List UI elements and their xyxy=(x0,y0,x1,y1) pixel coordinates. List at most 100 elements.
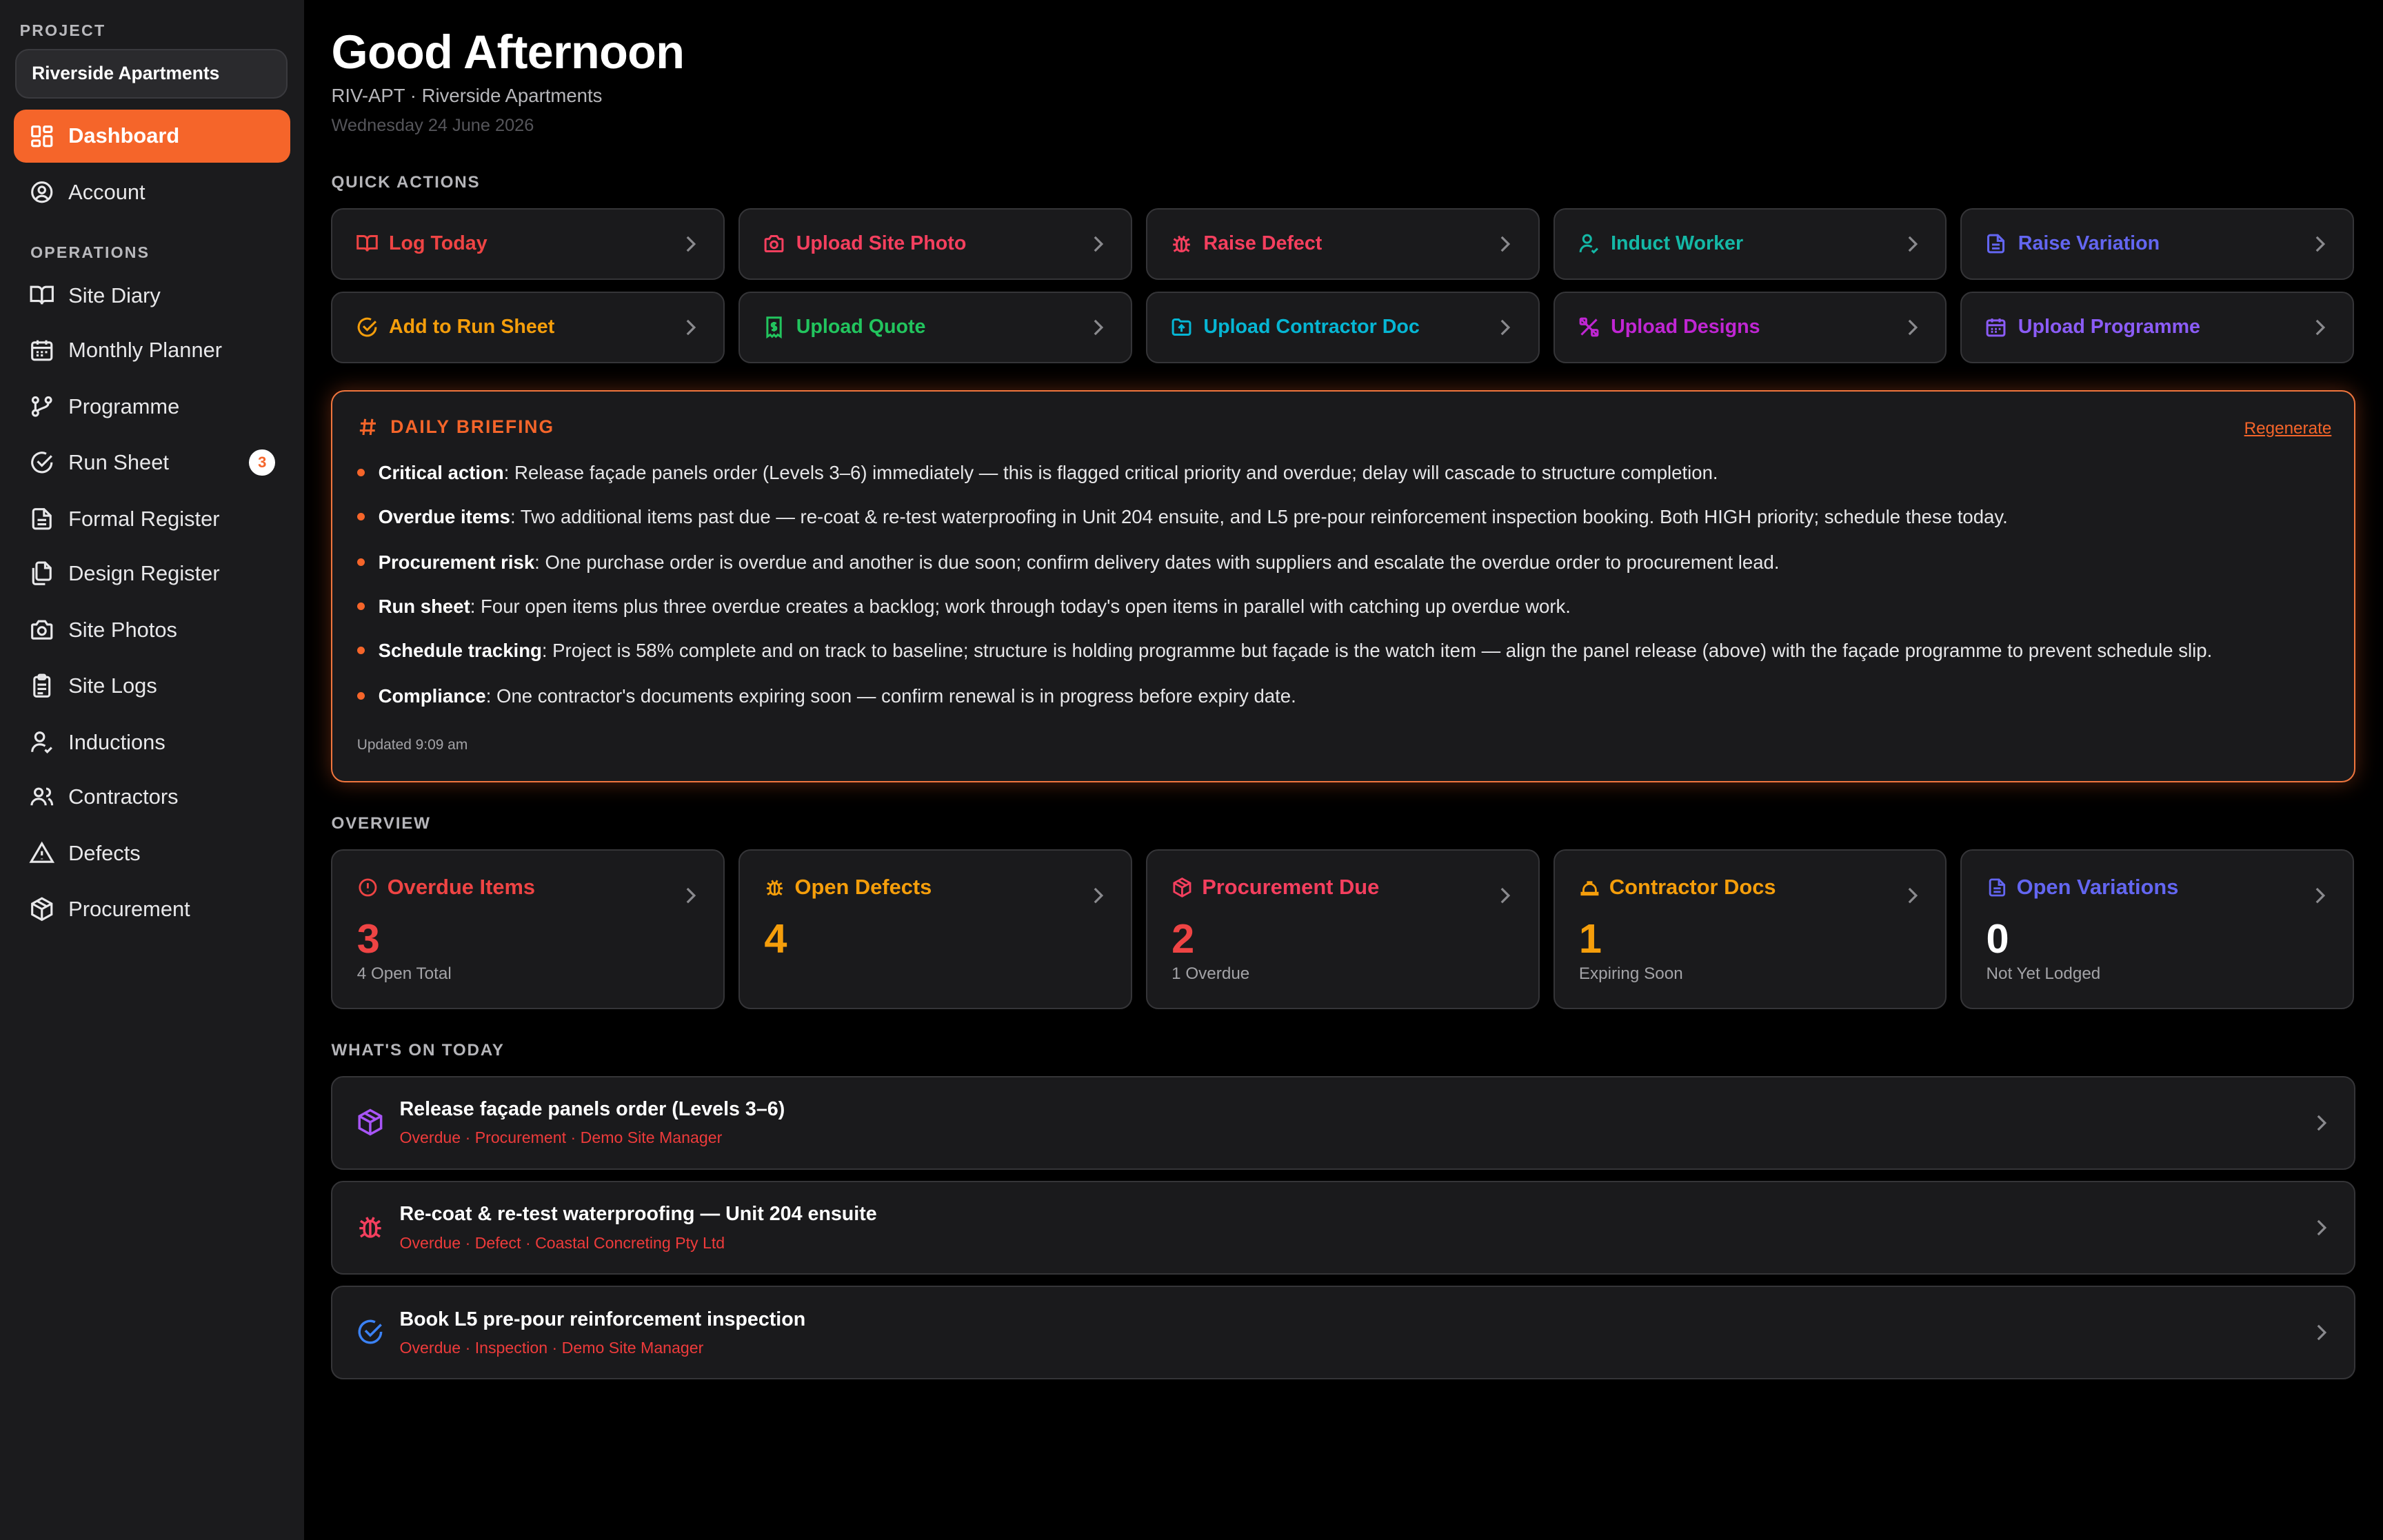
briefing-item-text: : Project is 58% complete and on track t… xyxy=(541,639,2213,661)
quick-action-label: Raise Variation xyxy=(2018,232,2160,255)
chevron-right-icon xyxy=(1498,236,1511,252)
today-item-meta: Overdue · Procurement · Demo Site Manage… xyxy=(399,1128,723,1147)
chevron-right-icon xyxy=(1906,236,1918,252)
sidebar-item-label: Account xyxy=(68,179,145,204)
sidebar-item-label: Dashboard xyxy=(68,123,180,148)
sidebar: PROJECT Riverside Apartments Dashboard A… xyxy=(0,0,304,1540)
card-header: Open Variations xyxy=(1987,875,2178,900)
sidebar-item-label: Inductions xyxy=(68,729,165,754)
design-tools-icon xyxy=(1578,316,1600,338)
sidebar-item-label: Design Register xyxy=(68,561,220,586)
sidebar-item-site-diary[interactable]: Site Diary xyxy=(14,269,290,322)
sidebar-item-defects[interactable]: Defects xyxy=(14,827,290,880)
sidebar-item-label: Run Sheet xyxy=(68,450,169,475)
quick-action-label: Log Today xyxy=(389,232,487,255)
sidebar-item-contractors[interactable]: Contractors xyxy=(14,770,290,823)
quick-action-induct-worker[interactable]: Induct Worker xyxy=(1553,207,1947,280)
regenerate-link[interactable]: Regenerate xyxy=(2244,419,2332,438)
sidebar-item-site-photos[interactable]: Site Photos xyxy=(14,603,290,656)
sidebar-item-site-logs[interactable]: Site Logs xyxy=(14,660,290,713)
sidebar-item-design-register[interactable]: Design Register xyxy=(14,547,290,600)
overview-card-overdue-items[interactable]: Overdue Items 3 4 Open Total xyxy=(331,849,725,1009)
book-icon xyxy=(356,232,379,255)
briefing-item-key: Procurement risk xyxy=(378,551,535,573)
card-subtext: 1 Overdue xyxy=(1172,964,1250,984)
sidebar-item-label: Site Diary xyxy=(68,283,161,307)
package-icon xyxy=(356,1108,385,1137)
sidebar-item-label: Formal Register xyxy=(68,506,220,531)
overview-card-open-defects[interactable]: Open Defects 4 xyxy=(738,849,1133,1009)
document-icon xyxy=(29,506,54,531)
chevron-right-icon xyxy=(1906,319,1918,336)
overview-card-contractor-docs[interactable]: Contractor Docs 1 Expiring Soon xyxy=(1553,849,1947,1009)
today-item[interactable]: Book L5 pre-pour reinforcement inspectio… xyxy=(331,1285,2356,1380)
briefing-item-text: : Release façade panels order (Levels 3–… xyxy=(503,461,1718,483)
document-icon xyxy=(1984,232,2007,255)
bullet-dot xyxy=(356,602,365,611)
overview-label: OVERVIEW xyxy=(331,814,431,833)
bullet-dot xyxy=(356,469,365,477)
quick-action-label: Upload Quote xyxy=(796,316,926,338)
sidebar-item-run-sheet[interactable]: Run Sheet 3 xyxy=(14,436,290,489)
sidebar-item-dashboard[interactable]: Dashboard xyxy=(13,109,290,163)
briefing-item: Overdue items: Two additional items past… xyxy=(356,506,2008,528)
quick-action-add-to-run-sheet[interactable]: Add to Run Sheet xyxy=(331,292,725,363)
quick-action-upload-site-photo[interactable]: Upload Site Photo xyxy=(738,207,1133,280)
chevron-right-icon xyxy=(2313,319,2326,336)
card-header: Procurement Due xyxy=(1172,875,1379,900)
quick-action-label: Upload Programme xyxy=(2018,316,2200,338)
dashboard-icon xyxy=(29,123,54,149)
calendar-icon xyxy=(1984,316,2007,338)
quick-action-label: Upload Site Photo xyxy=(796,232,967,255)
today-item-title: Release façade panels order (Levels 3–6) xyxy=(399,1098,785,1121)
overview-card-open-variations[interactable]: Open Variations 0 Not Yet Lodged xyxy=(1960,849,2355,1009)
briefing-item: Run sheet: Four open items plus three ov… xyxy=(356,596,1571,618)
bullet-dot xyxy=(356,513,365,521)
chevron-right-icon xyxy=(684,887,696,904)
card-title: Overdue Items xyxy=(387,875,536,900)
users-icon xyxy=(29,784,54,809)
today-item-title: Book L5 pre-pour reinforcement inspectio… xyxy=(399,1308,806,1330)
quick-action-upload-programme[interactable]: Upload Programme xyxy=(1960,292,2355,363)
sidebar-item-programme[interactable]: Programme xyxy=(14,380,290,433)
card-title: Open Defects xyxy=(794,875,932,900)
quick-actions-label: QUICK ACTIONS xyxy=(331,173,481,192)
package-icon xyxy=(1172,877,1193,898)
chevron-right-icon xyxy=(1906,887,1918,904)
quick-action-upload-quote[interactable]: Upload Quote xyxy=(738,292,1133,363)
overview-card-procurement-due[interactable]: Procurement Due 2 1 Overdue xyxy=(1145,849,1540,1009)
quick-action-log-today[interactable]: Log Today xyxy=(331,207,725,280)
check-circle-icon xyxy=(356,1317,385,1346)
chevron-right-icon xyxy=(1092,319,1104,336)
sidebar-item-procurement[interactable]: Procurement xyxy=(14,883,290,936)
quick-action-upload-contractor-doc[interactable]: Upload Contractor Doc xyxy=(1145,292,1540,363)
package-icon xyxy=(29,896,54,922)
card-subtext: Not Yet Lodged xyxy=(1986,964,2101,984)
card-value: 3 xyxy=(356,915,380,962)
today-item[interactable]: Re-coat & re-test waterproofing — Unit 2… xyxy=(331,1180,2356,1275)
quick-action-label: Induct Worker xyxy=(1611,232,1744,255)
sidebar-item-inductions[interactable]: Inductions xyxy=(14,716,290,769)
quick-action-raise-defect[interactable]: Raise Defect xyxy=(1145,207,1540,280)
sidebar-item-monthly-planner[interactable]: Monthly Planner xyxy=(14,323,290,376)
bug-icon xyxy=(764,877,785,898)
quick-action-label: Upload Designs xyxy=(1611,316,1760,338)
user-icon xyxy=(29,729,54,755)
card-subtext: 4 Open Total xyxy=(356,964,452,984)
sidebar-item-formal-register[interactable]: Formal Register xyxy=(14,492,290,545)
camera-icon xyxy=(29,617,54,642)
card-title: Contractor Docs xyxy=(1609,875,1776,900)
card-header: Contractor Docs xyxy=(1579,875,1776,900)
sidebar-item-account[interactable]: Account xyxy=(14,165,290,219)
today-item[interactable]: Release façade panels order (Levels 3–6)… xyxy=(331,1075,2356,1171)
sidebar-item-label: Contractors xyxy=(68,784,179,809)
project-selector[interactable]: Riverside Apartments xyxy=(15,48,288,99)
bullet-dot xyxy=(356,558,365,567)
book-icon xyxy=(29,283,54,308)
git-branch-icon xyxy=(29,394,54,419)
quick-action-raise-variation[interactable]: Raise Variation xyxy=(1960,207,2355,280)
quick-action-upload-designs[interactable]: Upload Designs xyxy=(1553,292,1947,363)
bullet-dot xyxy=(356,692,365,700)
quick-action-label: Raise Defect xyxy=(1203,232,1323,255)
card-header: Overdue Items xyxy=(357,875,535,900)
